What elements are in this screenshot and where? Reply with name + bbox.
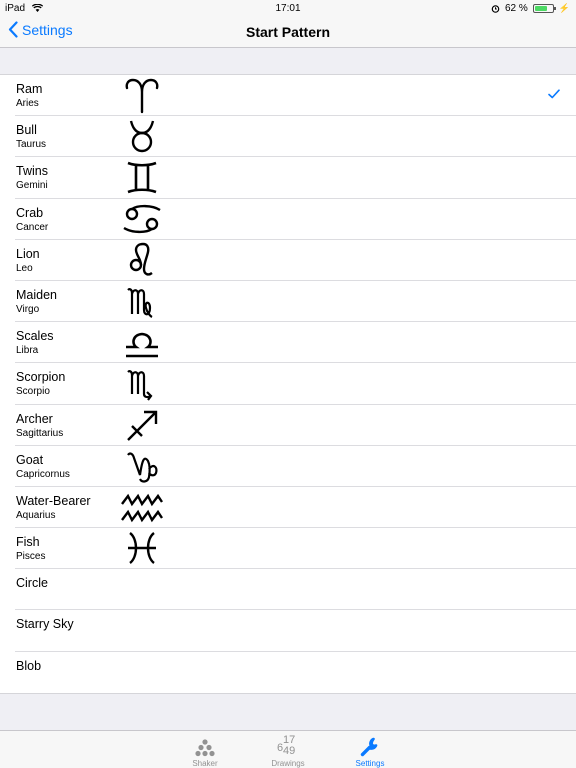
row-subtitle: Aquarius [16,509,56,521]
row-subtitle: Taurus [16,139,47,151]
row-title: Crab [16,205,44,220]
status-right: 62 % ⚡ [491,3,570,14]
wrench-icon [360,737,378,757]
tab-shaker[interactable]: Shaker [170,733,240,768]
list-item-fish[interactable]: Fish Pisces [0,528,576,570]
list-item-starry-sky[interactable]: Starry Sky [0,610,576,652]
battery-icon [532,4,556,13]
row-title: Water-Bearer [16,493,91,508]
aquarius-icon [120,488,164,526]
status-time: 17:01 [275,3,301,14]
sagittarius-icon [120,406,164,444]
list-item-maiden[interactable]: Maiden Virgo [0,281,576,323]
battery-percent: 62 % [504,3,528,14]
row-title: Starry Sky [16,617,74,632]
list-item-twins[interactable]: Twins Gemini [0,157,576,199]
row-subtitle: Capricornus [16,468,70,480]
list-item-water-bearer[interactable]: Water-Bearer Aquarius [0,487,576,529]
tab-label: Settings [355,759,385,768]
leo-icon [120,241,164,279]
tab-label: Shaker [192,759,218,768]
list-item-scales[interactable]: Scales Libra [0,322,576,364]
drawings-icon: 6 17 49 [277,734,299,757]
scorpio-icon [120,364,164,402]
aries-icon [120,76,164,114]
drawings-icon-digit: 49 [283,745,296,757]
row-title: Lion [16,246,40,261]
virgo-icon [120,282,164,320]
gemini-icon [120,158,164,196]
row-subtitle: Libra [16,345,39,357]
shaker-icon [195,739,215,757]
row-title: Fish [16,535,40,550]
libra-icon [120,323,164,361]
alarm-icon [491,5,500,13]
row-subtitle: Leo [16,262,33,274]
taurus-icon [120,117,164,155]
row-subtitle: Scorpio [16,386,50,398]
row-subtitle: Gemini [16,180,48,192]
list-item-ram[interactable]: Ram Aries [0,75,576,117]
row-title: Blob [16,658,42,673]
status-bar: iPad 17:01 62 % ⚡ [0,0,576,16]
row-title: Twins [16,164,48,179]
row-title: Goat [16,452,44,467]
row-subtitle: Pisces [16,551,46,563]
row-subtitle: Virgo [16,303,40,315]
tab-label: Drawings [271,759,305,768]
row-title: Scales [16,329,54,344]
row-title: Maiden [16,287,57,302]
cancer-icon [120,200,164,238]
list-item-blob[interactable]: Blob [0,652,576,693]
charging-icon: ⚡ [558,3,570,13]
row-title: Archer [16,411,53,426]
row-subtitle: Sagittarius [16,427,64,439]
tab-drawings[interactable]: 6 17 49 Drawings [253,733,323,768]
list-item-bull[interactable]: Bull Taurus [0,116,576,158]
pattern-list: Ram Aries Bull Taurus Twins Gemini Crab … [0,74,576,694]
capricorn-icon [120,447,164,485]
tab-bar: Shaker 6 17 49 Drawings Settings [0,730,576,768]
list-item-archer[interactable]: Archer Sagittarius [0,405,576,446]
list-item-circle[interactable]: Circle [0,569,576,611]
row-title: Circle [16,576,48,591]
row-title: Scorpion [16,370,66,385]
list-item-lion[interactable]: Lion Leo [0,240,576,282]
list-item-scorpion[interactable]: Scorpion Scorpio [0,363,576,405]
row-title: Ram [16,82,43,96]
row-title: Bull [16,123,37,138]
checkmark-icon [548,89,560,99]
row-subtitle: Cancer [16,221,49,233]
tab-settings[interactable]: Settings [335,733,405,768]
pisces-icon [120,529,164,567]
page-title: Start Pattern [245,24,331,40]
row-subtitle: Aries [16,98,39,109]
list-item-goat[interactable]: Goat Capricornus [0,446,576,488]
list-item-crab[interactable]: Crab Cancer [0,199,576,240]
navigation-bar: Settings Start Pattern [0,16,576,48]
